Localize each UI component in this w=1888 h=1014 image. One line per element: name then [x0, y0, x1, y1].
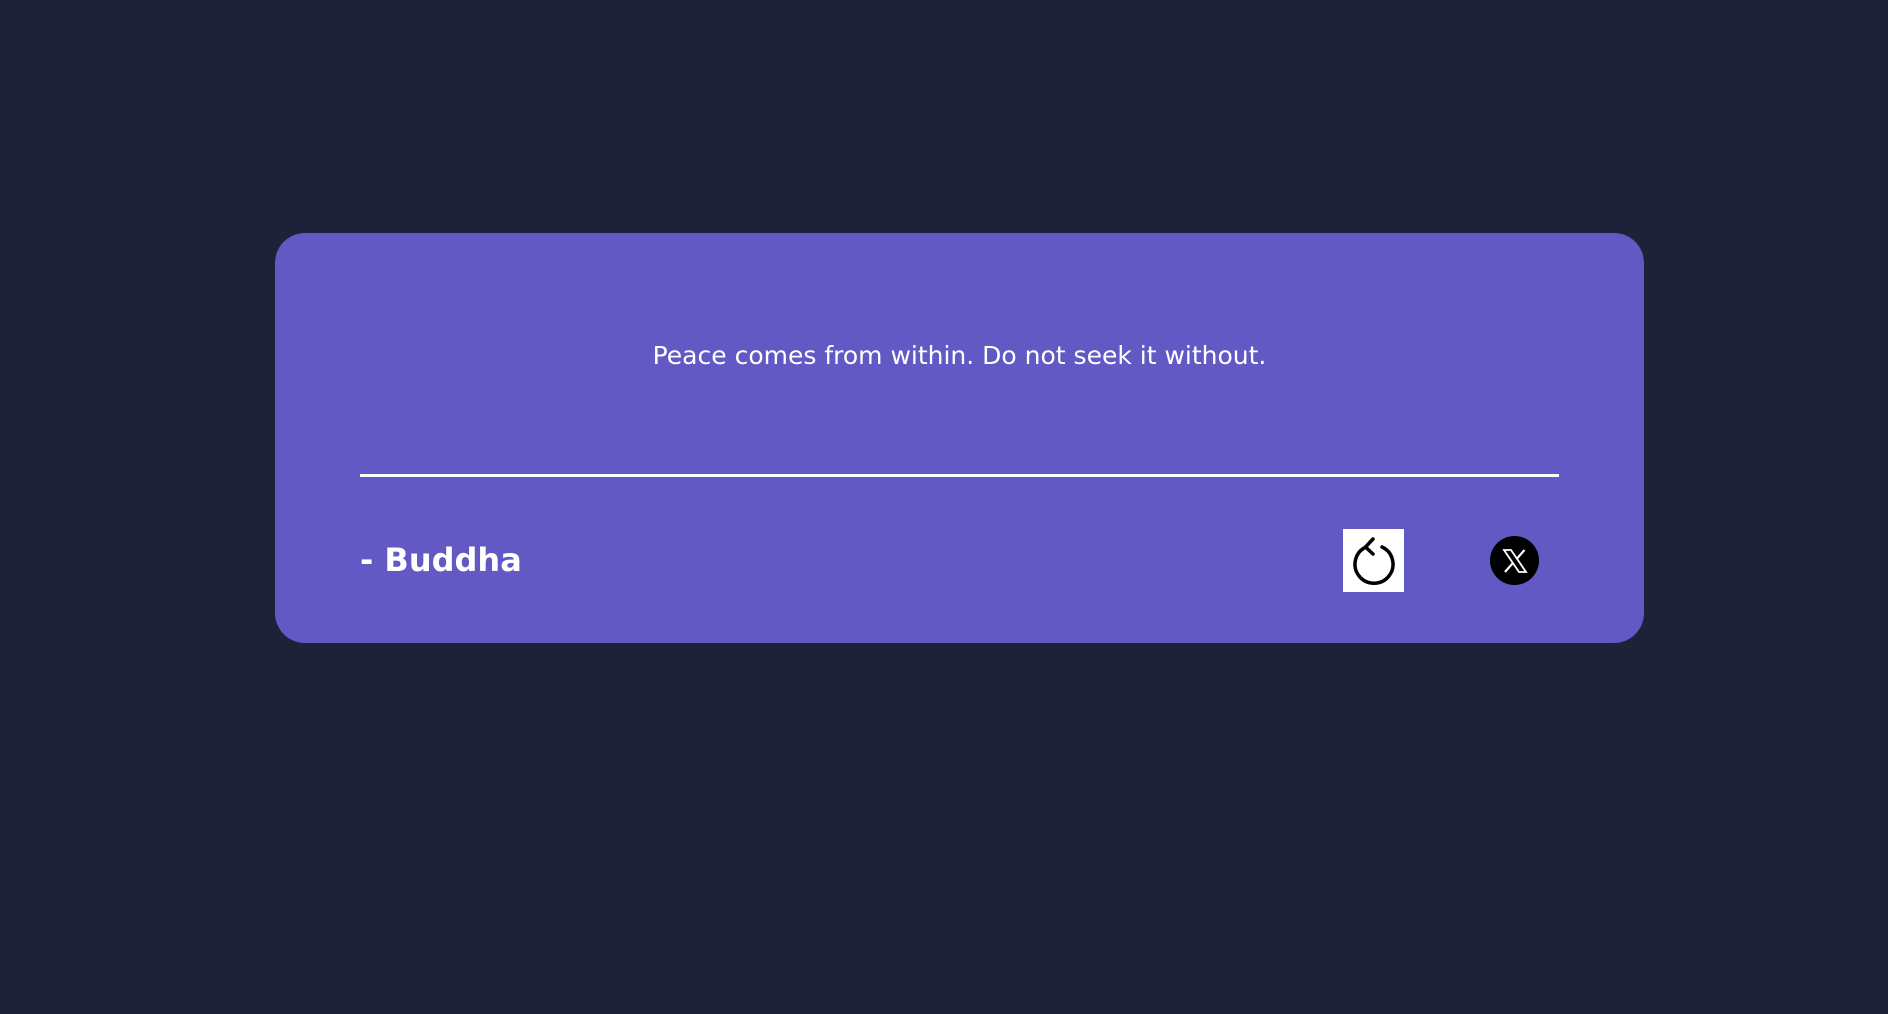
divider — [360, 474, 1559, 477]
quote-card: Peace comes from within. Do not seek it … — [275, 233, 1644, 643]
quote-text: Peace comes from within. Do not seek it … — [652, 341, 1267, 370]
new-quote-button[interactable] — [1343, 529, 1404, 592]
quote-author: - Buddha — [360, 541, 522, 579]
x-logo-icon — [1501, 548, 1528, 573]
share-on-x-button[interactable] — [1490, 536, 1539, 585]
refresh-icon — [1352, 536, 1395, 585]
